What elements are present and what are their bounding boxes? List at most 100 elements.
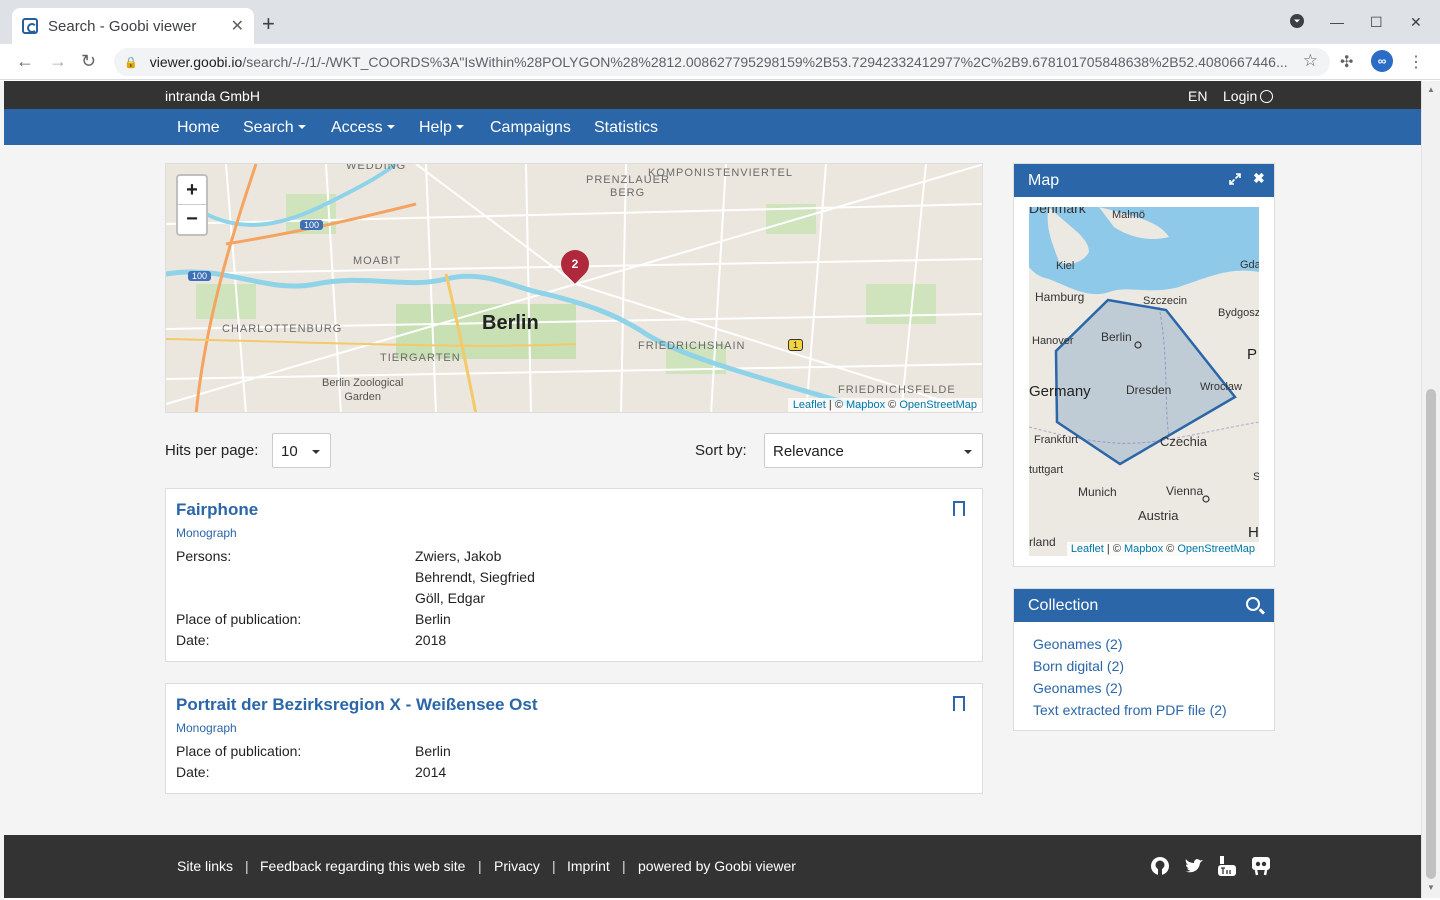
hit-title-link[interactable]: Portrait der Bezirksregion X - Weißensee… [176, 695, 538, 715]
back-icon[interactable]: ← [16, 51, 34, 71]
hit-title-link[interactable]: Fairphone [176, 500, 258, 520]
zoom-in-button[interactable]: + [178, 176, 206, 205]
chevron-down-icon [297, 125, 306, 129]
main-navigation: Home Search Access Help Campaigns Statis… [4, 109, 1421, 145]
search-icon[interactable] [1246, 597, 1260, 611]
footer-powered-by-link[interactable]: powered by Goobi viewer [638, 858, 796, 874]
minimap-label-berlin: Berlin [1101, 330, 1132, 344]
map-label-prenzlauer: PRENZLAUER [586, 174, 670, 186]
minimap-label-vienna: Vienna [1166, 484, 1204, 498]
nav-help[interactable]: Help [419, 119, 464, 137]
mapbox-link[interactable]: Mapbox [846, 399, 885, 411]
new-tab-icon[interactable]: + [262, 13, 275, 35]
nav-home[interactable]: Home [177, 119, 220, 137]
mapbox-link[interactable]: Mapbox [1124, 543, 1163, 555]
minimize-icon[interactable]: — [1330, 14, 1344, 30]
attribution-sep: | © [1103, 543, 1124, 555]
bookmark-star-icon[interactable]: ☆ [1303, 51, 1318, 71]
collection-item[interactable]: Geonames (2) [1033, 680, 1122, 696]
meta-value: 2014 [415, 764, 447, 780]
sort-by-select[interactable]: Relevance [764, 433, 983, 468]
nav-search[interactable]: Search [243, 119, 306, 137]
scrollbar-thumb[interactable] [1426, 389, 1436, 879]
nav-campaigns[interactable]: Campaigns [490, 119, 571, 137]
bookmark-icon[interactable] [953, 696, 965, 715]
collection-item[interactable]: Geonames (2) [1033, 636, 1122, 652]
login-label: Login [1223, 88, 1258, 104]
page-scrollbar[interactable]: ▲ ▼ [1421, 81, 1440, 898]
reload-icon[interactable]: ↻ [81, 51, 96, 71]
lock-icon: 🔒 [124, 56, 138, 69]
minimap-label-kiel: Kiel [1056, 260, 1075, 272]
zoo-line-2: Garden [344, 391, 382, 403]
map-widget-map[interactable]: Denmark Malmö Kiel Gda Hamburg Szczecin … [1029, 207, 1259, 556]
page-footer: Site links | Feedback regarding this web… [4, 835, 1421, 898]
scroll-up-arrow-icon[interactable]: ▲ [1427, 85, 1435, 94]
browser-menu-icon[interactable]: ⋮ [1408, 52, 1424, 72]
hits-per-page-select[interactable]: 10 [272, 433, 331, 468]
minimap-attribution: Leaflet | © Mapbox © OpenStreetMap [1066, 542, 1259, 556]
tab-close-icon[interactable]: ✕ [231, 16, 244, 36]
meta-key: Persons: [176, 548, 232, 564]
meta-row-place: Place of publication: Berlin [176, 611, 956, 632]
attribution-osm-prefix: © [885, 399, 900, 411]
map-widget-title: Map [1028, 172, 1060, 189]
map-label-tiergarten: TIERGARTEN [380, 352, 461, 364]
park-area [196, 284, 256, 319]
dropdown-caret-icon [964, 450, 972, 454]
search-result-map[interactable]: WEDDING KOMPONISTENVIERTEL PRENZLAUER BE… [165, 163, 983, 413]
nav-access-label: Access [331, 119, 383, 136]
url-host: viewer.goobi.io [149, 54, 243, 70]
leaflet-link[interactable]: Leaflet [793, 399, 826, 411]
footer-imprint-link[interactable]: Imprint [567, 858, 610, 874]
meta-key: Place of publication: [176, 611, 302, 627]
window-close-icon[interactable]: ✕ [1410, 14, 1422, 31]
minimap-label-austria: Austria [1138, 508, 1179, 523]
nav-access[interactable]: Access [331, 119, 395, 137]
osm-link[interactable]: OpenStreetMap [1177, 543, 1255, 555]
extensions-icon[interactable]: ✣ [1340, 52, 1353, 72]
scroll-down-arrow-icon[interactable]: ▼ [1427, 883, 1435, 892]
map-label-charlottenburg: CHARLOTTENBURG [222, 323, 343, 335]
leaflet-link[interactable]: Leaflet [1071, 543, 1104, 555]
expand-icon[interactable] [1229, 173, 1241, 185]
minimap-label-czechia: Czechia [1160, 434, 1207, 449]
browser-tab[interactable]: Search - Goobi viewer ✕ [12, 8, 254, 44]
footer-site-links[interactable]: Site links [177, 858, 233, 874]
meta-value: Berlin [415, 743, 451, 759]
marker-count: 2 [571, 257, 579, 271]
maximize-icon[interactable]: ☐ [1370, 14, 1383, 31]
footer-separator: | [552, 858, 556, 874]
chevron-down-icon [386, 125, 395, 129]
tab-search-icon[interactable] [1290, 14, 1304, 31]
address-bar[interactable]: 🔒 viewer.goobi.io /search/-/-/1/-/WKT_CO… [114, 48, 1330, 76]
url-path: /search/-/-/1/-/WKT_COORDS%3A"IsWithin%2… [242, 54, 1288, 70]
minimap-label-land: rland [1029, 535, 1056, 549]
slideshare-icon[interactable] [1251, 856, 1271, 876]
minimap-label-szczecin: Szczecin [1143, 295, 1188, 307]
nav-statistics[interactable]: Statistics [594, 119, 658, 137]
login-link[interactable]: Login [1223, 88, 1274, 104]
map-label-zoo: Berlin Zoological Garden [322, 376, 403, 404]
map-zoom-control: + − [176, 174, 208, 236]
github-icon[interactable] [1150, 856, 1170, 876]
collection-item[interactable]: Born digital (2) [1033, 658, 1124, 674]
meta-value-person: Behrendt, Siegfried [415, 569, 535, 585]
twitter-icon[interactable] [1184, 856, 1204, 876]
map-marker-cluster[interactable]: 2 [555, 244, 595, 284]
language-switch[interactable]: EN [1188, 88, 1207, 104]
zoom-out-button[interactable]: − [178, 205, 206, 234]
osm-link[interactable]: OpenStreetMap [899, 399, 977, 411]
footer-feedback-link[interactable]: Feedback regarding this web site [260, 858, 465, 874]
search-hit: Portrait der Bezirksregion X - Weißensee… [165, 683, 983, 794]
bookmark-icon[interactable] [953, 501, 965, 520]
close-icon[interactable]: ✖ [1253, 170, 1265, 187]
minimap-label-hanover: Hanover [1032, 335, 1074, 347]
map-label-berlin: Berlin [482, 312, 539, 334]
youtube-icon[interactable] [1217, 856, 1237, 876]
forward-icon[interactable]: → [49, 51, 67, 71]
footer-privacy-link[interactable]: Privacy [494, 858, 540, 874]
profile-avatar-icon[interactable]: ∞ [1371, 50, 1393, 72]
nav-help-label: Help [419, 119, 452, 136]
collection-item[interactable]: Text extracted from PDF file (2) [1033, 702, 1227, 718]
